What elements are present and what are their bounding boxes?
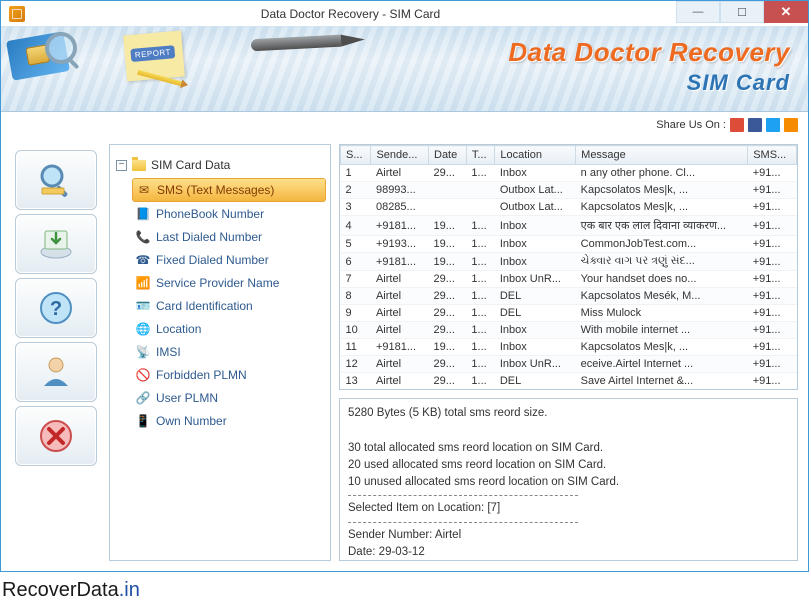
log-line: Date: 29-03-12	[348, 544, 789, 561]
table-row[interactable]: 298993...Outbox Lat...Kapcsolatos Mes|k,…	[341, 182, 797, 199]
window-controls: — ☐ ✕	[676, 1, 808, 26]
tree-item-card-id[interactable]: 🪪Card Identification	[132, 295, 326, 317]
phone-red-icon: ☎	[136, 253, 150, 267]
exit-button[interactable]	[15, 406, 97, 466]
table-row[interactable]: 4+9181...19...1...Inboxएक बार एक लाल दिव…	[341, 216, 797, 236]
column-header[interactable]: Date	[429, 146, 467, 165]
footer-brand: RecoverData.in	[2, 579, 140, 602]
table-header-row: S...Sende...DateT...LocationMessageSMS..…	[341, 146, 797, 165]
right-column: S...Sende...DateT...LocationMessageSMS..…	[339, 144, 798, 561]
tree-item-phonebook[interactable]: 📘PhoneBook Number	[132, 203, 326, 225]
collapse-icon[interactable]: −	[116, 160, 127, 171]
table-row[interactable]: 308285...Outbox Lat...Kapcsolatos Mes|k,…	[341, 199, 797, 216]
table-row[interactable]: 8Airtel29...1...DELKapcsolatos Mesék, M.…	[341, 288, 797, 305]
brand-main-text: Data Doctor Recovery	[508, 37, 790, 68]
user-button[interactable]	[15, 342, 97, 402]
pencil-icon	[137, 70, 183, 87]
rss-icon[interactable]	[784, 118, 798, 132]
tree-item-last-dialed[interactable]: 📞Last Dialed Number	[132, 226, 326, 248]
google-plus-icon[interactable]	[730, 118, 744, 132]
network-icon: 🔗	[136, 391, 150, 405]
table-row[interactable]: 10Airtel29...1...InboxWith mobile intern…	[341, 322, 797, 339]
tree-panel: − SIM Card Data ✉SMS (Text Messages) 📘Ph…	[109, 144, 331, 561]
divider	[348, 522, 578, 523]
header-banner: REPORT Data Doctor Recovery SIM Card	[1, 27, 808, 112]
pen-icon	[251, 35, 342, 52]
tree-root-node[interactable]: − SIM Card Data	[114, 153, 326, 177]
brand-sub-text: SIM Card	[508, 70, 790, 96]
phone-icon: 📞	[136, 230, 150, 244]
globe-icon: 🌐	[136, 322, 150, 336]
table-row[interactable]: 9Airtel29...1...DEL Miss Mulock+91...	[341, 305, 797, 322]
log-line: 20 used allocated sms reord location on …	[348, 457, 789, 474]
log-line: 5280 Bytes (5 KB) total sms reord size.	[348, 405, 789, 422]
help-button[interactable]: ?	[15, 278, 97, 338]
save-button[interactable]	[15, 214, 97, 274]
banner-title: Data Doctor Recovery SIM Card	[508, 37, 790, 96]
column-header[interactable]: Location	[495, 146, 576, 165]
envelope-icon: ✉	[137, 183, 151, 197]
log-line: 30 total allocated sms reord location on…	[348, 440, 789, 457]
table-row[interactable]: 5+9193...19...1...InboxCommonJobTest.com…	[341, 236, 797, 253]
twitter-icon[interactable]	[766, 118, 780, 132]
facebook-icon[interactable]	[748, 118, 762, 132]
log-line: Selected Item on Location: [7]	[348, 500, 789, 517]
log-line: Sender Number: Airtel	[348, 527, 789, 544]
column-header[interactable]: Message	[576, 146, 748, 165]
tree-item-fixed-dialed[interactable]: ☎Fixed Dialed Number	[132, 249, 326, 271]
divider	[348, 495, 578, 496]
banner-graphic: REPORT	[9, 33, 183, 79]
tree-root: − SIM Card Data ✉SMS (Text Messages) 📘Ph…	[114, 153, 326, 432]
table-row[interactable]: 7Airtel29...1...Inbox UnR...Your handset…	[341, 271, 797, 288]
column-header[interactable]: SMS...	[748, 146, 797, 165]
antenna-icon: 📶	[136, 276, 150, 290]
table-row[interactable]: 14Airtel29...1...DELn any other phone. C…	[341, 390, 797, 391]
report-badge: REPORT	[130, 45, 175, 62]
folder-icon	[132, 160, 146, 171]
notepad-icon: REPORT	[123, 31, 185, 82]
tree-item-own-number[interactable]: 📱Own Number	[132, 410, 326, 432]
svg-text:?: ?	[50, 298, 62, 320]
column-header[interactable]: Sende...	[371, 146, 429, 165]
titlebar: Data Doctor Recovery - SIM Card — ☐ ✕	[1, 1, 808, 27]
column-header[interactable]: T...	[466, 146, 494, 165]
signal-icon: 📡	[136, 345, 150, 359]
own-phone-icon: 📱	[136, 414, 150, 428]
column-header[interactable]: S...	[341, 146, 371, 165]
window-title: Data Doctor Recovery - SIM Card	[25, 7, 676, 21]
app-icon	[9, 6, 25, 22]
tree-item-service-provider[interactable]: 📶Service Provider Name	[132, 272, 326, 294]
left-toolbar: ?	[11, 144, 101, 561]
book-icon: 📘	[136, 207, 150, 221]
blocked-icon: 🚫	[136, 368, 150, 382]
tree-root-label: SIM Card Data	[151, 158, 230, 172]
share-bar: Share Us On :	[1, 112, 808, 136]
tree-item-location[interactable]: 🌐Location	[132, 318, 326, 340]
sms-table[interactable]: S...Sende...DateT...LocationMessageSMS..…	[339, 144, 798, 390]
content-area: ? − SIM Card Data ✉SMS (Text Messages) 📘…	[1, 138, 808, 571]
id-card-icon: 🪪	[136, 299, 150, 313]
tree-item-sms[interactable]: ✉SMS (Text Messages)	[132, 178, 326, 202]
table-row[interactable]: 13Airtel29...1...DELSave Airtel Internet…	[341, 373, 797, 390]
tree-item-user-plmn[interactable]: 🔗User PLMN	[132, 387, 326, 409]
app-window: Data Doctor Recovery - SIM Card — ☐ ✕ RE…	[0, 0, 809, 572]
details-panel: 5280 Bytes (5 KB) total sms reord size. …	[339, 398, 798, 561]
close-button[interactable]: ✕	[764, 1, 808, 23]
log-line: 10 unused allocated sms reord location o…	[348, 474, 789, 491]
magnifier-icon	[45, 32, 77, 64]
maximize-button[interactable]: ☐	[720, 1, 764, 23]
minimize-button[interactable]: —	[676, 1, 720, 23]
share-label: Share Us On :	[656, 119, 726, 131]
table-row[interactable]: 1Airtel29...1...Inboxn any other phone. …	[341, 165, 797, 182]
table-row[interactable]: 6+9181...19...1...Inboxચેક્વાર વાગ પર ત્…	[341, 253, 797, 271]
tree-item-imsi[interactable]: 📡IMSI	[132, 341, 326, 363]
search-button[interactable]	[15, 150, 97, 210]
tree-item-forbidden-plmn[interactable]: 🚫Forbidden PLMN	[132, 364, 326, 386]
table-row[interactable]: 11+9181...19...1...InboxKapcsolatos Mes|…	[341, 339, 797, 356]
table-row[interactable]: 12Airtel29...1...Inbox UnR...eceive.Airt…	[341, 356, 797, 373]
